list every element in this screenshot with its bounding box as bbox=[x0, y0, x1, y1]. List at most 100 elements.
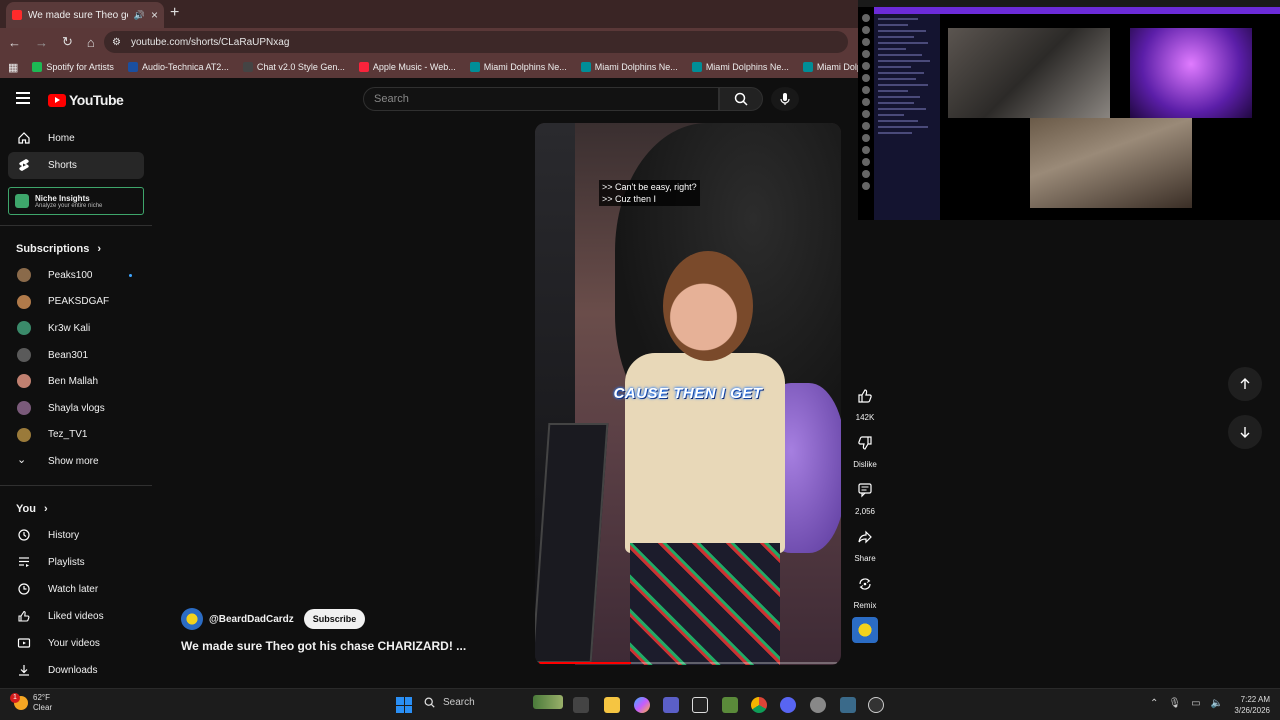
sidebar-item-downloads[interactable]: Downloads bbox=[0, 657, 152, 684]
chevron-right-icon: › bbox=[97, 243, 102, 255]
home-browser-icon[interactable]: ⌂ bbox=[87, 35, 95, 50]
back-icon[interactable]: ← bbox=[8, 35, 21, 50]
sidebar-item-liked-videos[interactable]: Liked videos bbox=[0, 603, 152, 630]
browser-tab[interactable]: We made sure Theo got his 🔊 × bbox=[6, 2, 164, 28]
copilot-icon[interactable] bbox=[634, 697, 650, 713]
url-bar[interactable]: ⚙ youtube.com/shorts/CLaRaUPNxag bbox=[104, 31, 848, 53]
obs-icon[interactable] bbox=[868, 697, 884, 713]
sidebar-subscription-item[interactable]: Ben Mallah bbox=[0, 368, 152, 395]
arrow-up-icon bbox=[1240, 378, 1250, 389]
short-actions: 142K Dislike 2,056 Share Remix bbox=[850, 382, 880, 643]
capcut-icon[interactable] bbox=[692, 697, 708, 713]
dislike-button[interactable]: Dislike bbox=[850, 429, 880, 469]
webcam-feed-1 bbox=[948, 28, 1110, 118]
weather-desc: Clear bbox=[33, 703, 53, 712]
niche-insights-button[interactable]: Niche Insights Analyze your entire niche bbox=[8, 187, 144, 215]
niche-insights-icon bbox=[15, 194, 29, 208]
teams-icon[interactable] bbox=[663, 697, 679, 713]
minecraft-icon[interactable] bbox=[722, 697, 738, 713]
sidebar-item-playlists[interactable]: Playlists bbox=[0, 549, 152, 576]
site-info-icon[interactable]: ⚙ bbox=[112, 37, 121, 48]
remix-label: Remix bbox=[853, 601, 877, 610]
tray-chevron-icon[interactable]: ⌃ bbox=[1150, 698, 1158, 709]
share-button[interactable]: Share bbox=[850, 523, 880, 563]
bookmark-item[interactable]: Chat v2.0 Style Gen... bbox=[242, 62, 345, 72]
subscribe-button[interactable]: Subscribe bbox=[303, 609, 366, 629]
reload-icon[interactable]: ↻ bbox=[62, 34, 73, 50]
short-video-player[interactable]: >> Can't be easy, right? >> Cuz then I C… bbox=[535, 123, 841, 665]
taskbar-search[interactable]: Search bbox=[424, 695, 563, 709]
channel-avatar bbox=[17, 347, 31, 362]
davinci-icon[interactable] bbox=[810, 697, 826, 713]
show-more-subscriptions[interactable]: ⌄ Show more bbox=[0, 448, 152, 475]
apps-grid-icon[interactable]: ▦ bbox=[8, 61, 18, 74]
sidebar-item-your-videos[interactable]: Your videos bbox=[0, 630, 152, 657]
file-explorer-icon[interactable] bbox=[604, 697, 620, 713]
logo-text: YouTube bbox=[69, 92, 124, 108]
bookmark-label: Chat v2.0 Style Gen... bbox=[256, 62, 345, 72]
channel-avatar bbox=[17, 321, 31, 336]
comments-button[interactable]: 2,056 bbox=[850, 476, 880, 516]
youtube-logo[interactable]: YouTube bbox=[48, 92, 124, 108]
niche-subtitle: Analyze your entire niche bbox=[35, 202, 103, 209]
sidebar-item-label: Downloads bbox=[48, 664, 98, 676]
bookmark-item[interactable]: Apple Music - Web... bbox=[358, 62, 456, 72]
network-icon[interactable]: ▭ bbox=[1191, 698, 1200, 709]
app-icon[interactable] bbox=[840, 697, 856, 713]
sidebar-item-home[interactable]: Home bbox=[0, 125, 152, 152]
sidebar-subscription-item[interactable]: Kr3w Kali bbox=[0, 315, 152, 342]
search-input[interactable]: Search bbox=[363, 87, 719, 111]
you-header[interactable]: You › bbox=[0, 496, 152, 522]
like-button[interactable]: 142K bbox=[850, 382, 880, 422]
clock[interactable]: 7:22 AM 3/26/2026 bbox=[1222, 694, 1270, 716]
sound-thumbnail[interactable] bbox=[852, 617, 878, 643]
sidebar-item-watch-later[interactable]: Watch later bbox=[0, 576, 152, 603]
bookmark-item[interactable]: Audio-Technica AT2... bbox=[127, 62, 229, 72]
new-tab-icon[interactable]: + bbox=[170, 4, 179, 22]
arrow-down-icon bbox=[1240, 427, 1250, 438]
task-view-icon[interactable] bbox=[573, 697, 589, 713]
menu-icon[interactable] bbox=[16, 92, 30, 104]
close-tab-icon[interactable]: × bbox=[151, 8, 158, 22]
speaker-icon[interactable]: 🔊 bbox=[134, 10, 145, 21]
channel-name[interactable]: @BeardDadCardz bbox=[209, 614, 294, 625]
video-progress-bar[interactable] bbox=[539, 662, 837, 664]
short-title[interactable]: We made sure Theo got his chase CHARIZAR… bbox=[181, 639, 466, 653]
sidebar-subscription-item[interactable]: Bean301 bbox=[0, 342, 152, 369]
bookmark-item[interactable]: Miami Dolphins Ne... bbox=[469, 62, 567, 72]
chrome-icon[interactable] bbox=[751, 697, 767, 713]
weather-widget[interactable]: 1 62°F Clear bbox=[10, 693, 53, 713]
discord-icon[interactable] bbox=[780, 697, 796, 713]
forward-icon[interactable]: → bbox=[35, 35, 48, 50]
channel-avatar bbox=[17, 427, 31, 442]
you-title: You bbox=[16, 502, 36, 515]
sidebar-item-history[interactable]: History bbox=[0, 522, 152, 549]
channel-avatar[interactable] bbox=[181, 608, 203, 630]
sidebar-subscription-item[interactable]: Shayla vlogs bbox=[0, 395, 152, 422]
remix-button[interactable]: Remix bbox=[850, 570, 880, 610]
share-icon bbox=[858, 530, 872, 544]
weather-temp: 62°F bbox=[33, 693, 50, 702]
sidebar-subscription-item[interactable]: Peaks100 bbox=[0, 262, 152, 289]
voice-search-button[interactable] bbox=[771, 87, 799, 111]
tray-mic-icon[interactable]: 🎙 bbox=[1168, 698, 1181, 709]
sidebar-subscription-item[interactable]: Tez_TV1 bbox=[0, 422, 152, 449]
weather-sun-icon: 1 bbox=[10, 693, 28, 710]
taskbar-search-label: Search bbox=[443, 696, 475, 708]
previous-short-button[interactable] bbox=[1228, 367, 1262, 401]
sidebar-item-shorts[interactable]: Shorts bbox=[8, 152, 144, 179]
subscriptions-header[interactable]: Subscriptions › bbox=[0, 236, 152, 262]
next-short-button[interactable] bbox=[1228, 415, 1262, 449]
search-button[interactable] bbox=[719, 87, 763, 111]
bookmark-item[interactable]: Spotify for Artists bbox=[32, 62, 114, 72]
sidebar-item-label: Playlists bbox=[48, 556, 85, 568]
video-display-case bbox=[535, 423, 609, 663]
webcam-feed-2 bbox=[1130, 28, 1252, 118]
channel-info: @BeardDadCardz Subscribe bbox=[181, 608, 366, 630]
niche-title: Niche Insights bbox=[35, 193, 90, 203]
bookmark-item[interactable]: Miami Dolphins Ne... bbox=[691, 62, 789, 72]
url-text: youtube.com/shorts/CLaRaUPNxag bbox=[130, 36, 290, 48]
sidebar-subscription-item[interactable]: PEAKSDGAF bbox=[0, 289, 152, 316]
start-button[interactable] bbox=[396, 697, 412, 713]
bookmark-item[interactable]: Miami Dolphins Ne... bbox=[580, 62, 678, 72]
